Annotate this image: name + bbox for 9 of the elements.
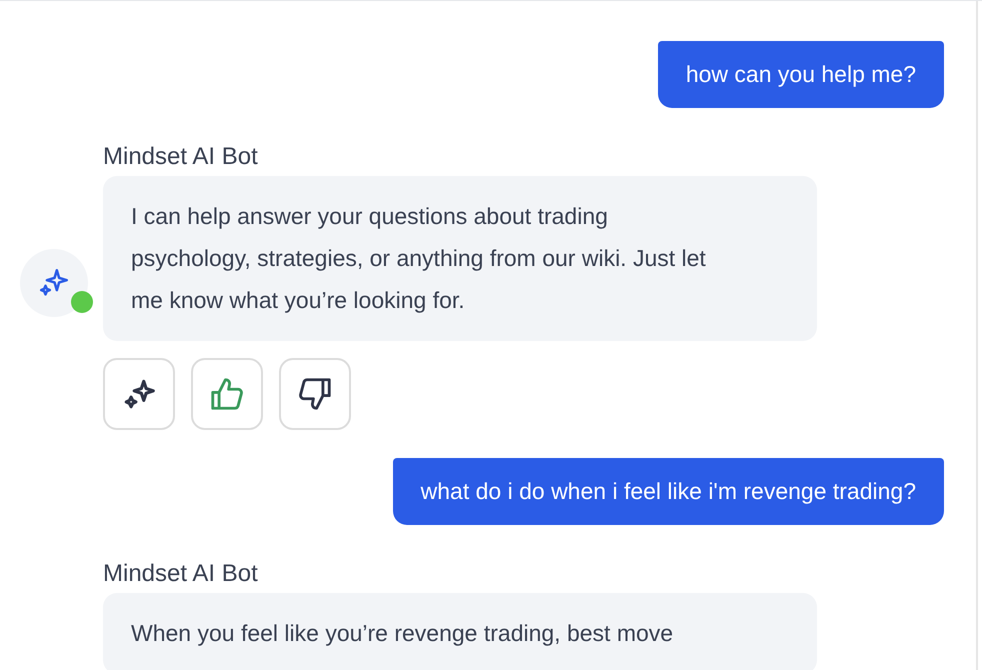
- bot-message: I can help answer your questions about trading psychology, strategies, or anything from our wiki. Just let me know what you’re looking for.: [103, 176, 817, 341]
- sender-name: Mindset AI Bot: [103, 142, 259, 172]
- like-button[interactable]: [191, 358, 263, 430]
- user-message: what do i do when i feel like i'm revenge trading?: [392, 458, 944, 525]
- sender-name: Mindset AI Bot: [103, 559, 259, 589]
- regenerate-button[interactable]: [103, 358, 175, 430]
- dislike-button[interactable]: [279, 358, 351, 430]
- bot-message: When you feel like you’re revenge trading, best move: [103, 593, 817, 670]
- user-message: how can you help me?: [658, 41, 944, 108]
